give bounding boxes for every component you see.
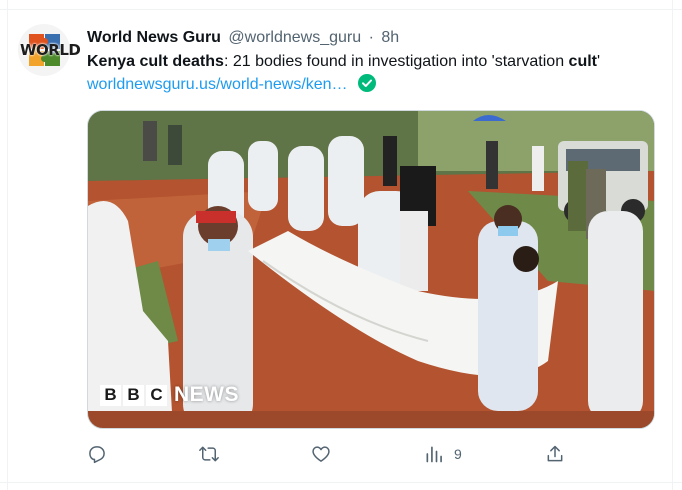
tweet-photo[interactable]: B B C NEWS <box>87 110 655 429</box>
tweet-action-bar: 9 <box>87 442 655 466</box>
tweet-link-line: worldnewsguru.us/world-news/ken… <box>87 74 377 98</box>
header-separator: · <box>368 29 374 46</box>
window-bottom-edge <box>0 482 682 490</box>
author-handle[interactable]: @worldnews_guru <box>228 29 361 46</box>
tweet-text-segment-end: ' <box>597 53 601 70</box>
window-right-edge <box>672 0 682 490</box>
bbc-news-text: NEWS <box>174 383 239 406</box>
views-button[interactable]: 9 <box>424 442 462 466</box>
bbc-block-2: B <box>123 384 144 406</box>
reply-button[interactable] <box>87 442 107 466</box>
photo-scene <box>88 111 654 428</box>
views-count: 9 <box>454 446 462 462</box>
tweet-text-segment: : 21 bodies found in investigation into … <box>223 53 569 70</box>
avatar-logo-text: WORLD <box>20 41 81 59</box>
window-left-edge <box>0 0 8 490</box>
article-link[interactable]: worldnewsguru.us/world-news/ken… <box>87 76 348 93</box>
tweet-card[interactable]: WORLD World News Guru @worldnews_guru · … <box>8 10 672 482</box>
share-button[interactable] <box>545 442 565 466</box>
retweet-button[interactable] <box>198 442 220 466</box>
tweet-text-bold-lead: Kenya cult deaths <box>87 53 224 70</box>
bbc-block-1: B <box>100 384 121 406</box>
like-button[interactable] <box>311 442 331 466</box>
bbc-block-3: C <box>146 384 167 406</box>
author-display-name[interactable]: World News Guru <box>87 29 221 46</box>
tweet-header: World News Guru @worldnews_guru · 8h <box>87 28 399 48</box>
retweet-icon <box>199 446 219 462</box>
green-check-icon <box>358 74 377 98</box>
tweet-text-bold-word: cult <box>568 53 597 70</box>
share-icon <box>547 445 563 462</box>
tweet-timestamp[interactable]: 8h <box>381 29 399 46</box>
tweet-text: Kenya cult deaths: 21 bodies found in in… <box>87 52 667 72</box>
bbc-news-watermark: B B C NEWS <box>100 383 239 407</box>
window-top-edge <box>0 0 682 10</box>
reply-icon <box>89 446 105 464</box>
avatar[interactable]: WORLD <box>18 24 81 76</box>
views-chart-icon <box>426 446 442 463</box>
heart-icon <box>312 446 330 462</box>
